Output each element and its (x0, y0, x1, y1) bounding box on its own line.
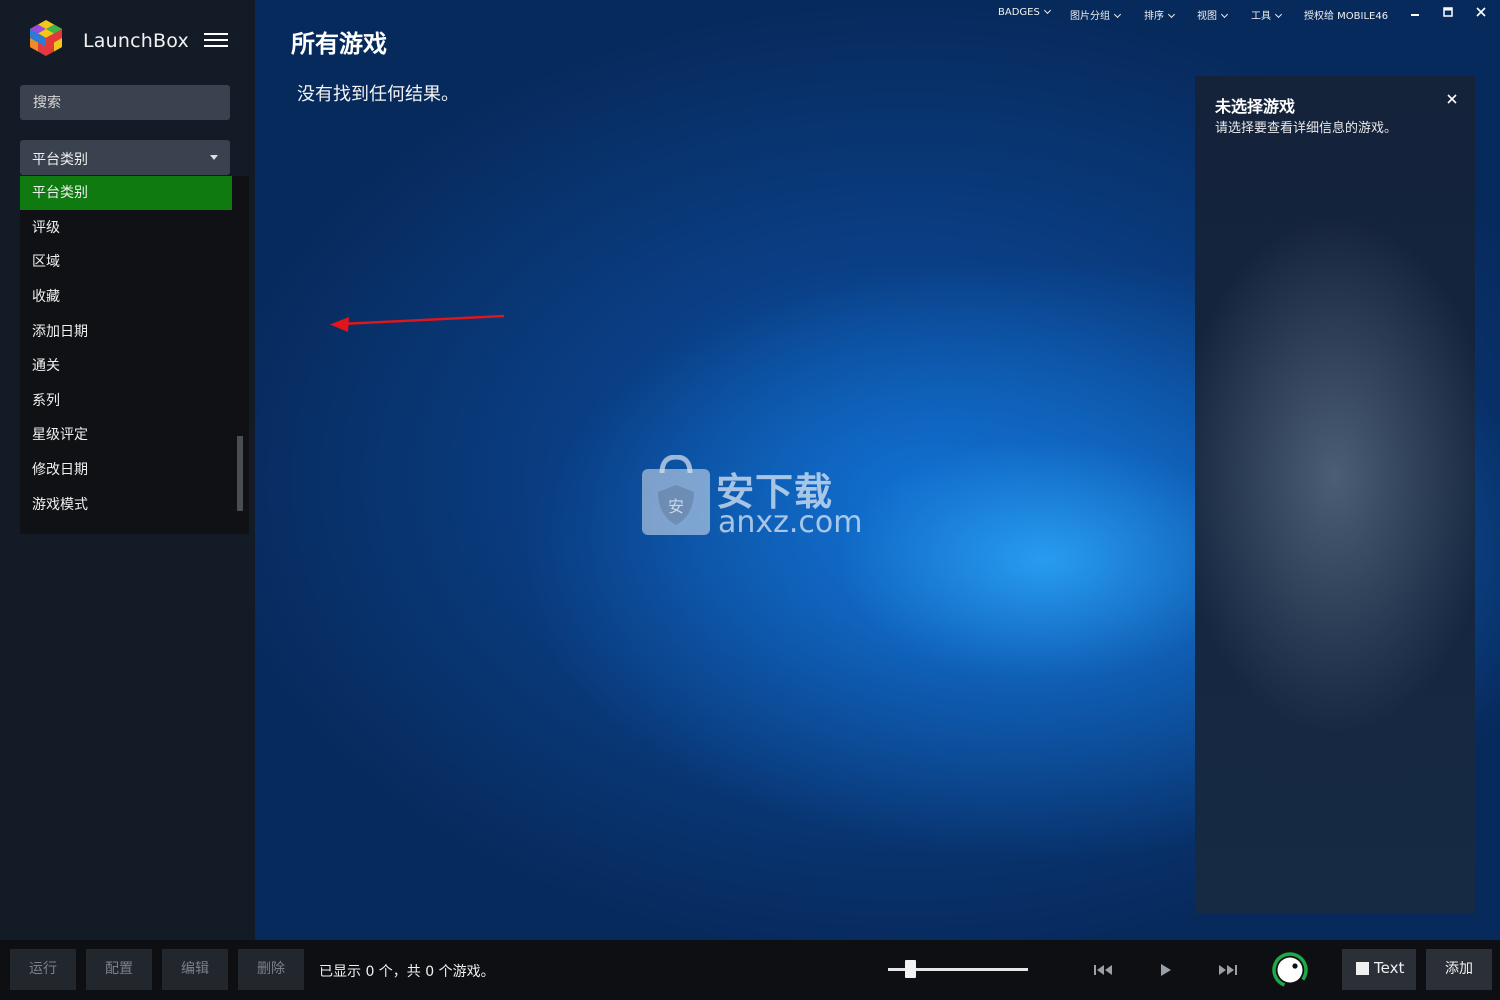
dropdown-item-star-rating[interactable]: 星级评定 (20, 418, 232, 452)
menu-view[interactable]: 视图 (1197, 7, 1229, 22)
dropdown-item-date-modified[interactable]: 修改日期 (20, 453, 232, 487)
game-detail-panel: 未选择游戏 请选择要查看详细信息的游戏。 (1195, 76, 1475, 914)
status-text: 已显示 0 个，共 0 个游戏。 (319, 964, 495, 980)
text-toggle-label: Text (1374, 959, 1405, 977)
menu-image-group-label: 图片分组 (1070, 11, 1110, 22)
page-title: 所有游戏 (291, 30, 387, 58)
category-select-value: 平台类别 (32, 152, 88, 168)
chevron-down-icon (1274, 10, 1283, 19)
empty-message: 没有找到任何结果。 (297, 84, 459, 105)
license-label: 授权给 MOBILE46 (1304, 11, 1389, 22)
menu-tools-label: 工具 (1251, 11, 1271, 22)
shopping-bag-icon: 安 (642, 454, 710, 535)
menu-badges-label: BADGES (998, 7, 1040, 18)
menu-image-group[interactable]: 图片分组 (1070, 7, 1122, 22)
category-dropdown-list: 平台类别 评级 区域 收藏 添加日期 通关 系列 星级评定 修改日期 游戏模式 (20, 176, 249, 534)
zoom-slider-thumb[interactable] (904, 960, 916, 978)
dropdown-item-platform-category[interactable]: 平台类别 (20, 176, 232, 210)
dropdown-item-rating[interactable]: 评级 (20, 211, 232, 245)
dropdown-item-series[interactable]: 系列 (20, 384, 232, 418)
menu-badges[interactable]: BADGES (998, 6, 1051, 18)
dropdown-item-region[interactable]: 区域 (20, 245, 232, 279)
configure-button[interactable]: 配置 (86, 949, 152, 990)
watermark: 安 安下载 anxz.com (640, 454, 863, 545)
detail-subtitle: 请选择要查看详细信息的游戏。 (1215, 121, 1398, 136)
checkbox-icon (1356, 962, 1369, 975)
play-icon[interactable] (1159, 962, 1173, 981)
launchbox-logo (26, 18, 66, 58)
minimize-icon[interactable] (1407, 4, 1423, 20)
svg-text:安: 安 (668, 497, 684, 516)
add-button[interactable]: 添加 (1426, 949, 1492, 990)
dropdown-item-completed[interactable]: 通关 (20, 349, 232, 383)
delete-button[interactable]: 删除 (238, 949, 304, 990)
detail-title: 未选择游戏 (1215, 97, 1296, 116)
close-icon[interactable] (1446, 90, 1458, 104)
skip-previous-icon[interactable] (1093, 962, 1115, 981)
close-window-icon[interactable] (1473, 4, 1489, 20)
hamburger-menu-icon[interactable] (204, 33, 228, 51)
chevron-down-icon (1220, 10, 1229, 19)
text-toggle-button[interactable]: Text (1342, 949, 1416, 990)
app-title: LaunchBox (83, 30, 189, 52)
watermark-url: anxz.com (718, 505, 863, 540)
chevron-down-icon (1043, 6, 1051, 15)
annotation-arrow (330, 314, 505, 332)
run-button[interactable]: 运行 (10, 949, 76, 990)
dropdown-item-favorites[interactable]: 收藏 (20, 280, 232, 314)
chevron-down-icon (1167, 10, 1176, 19)
menu-tools[interactable]: 工具 (1251, 7, 1283, 22)
dropdown-item-date-added[interactable]: 添加日期 (20, 315, 232, 349)
chevron-down-icon (1113, 10, 1122, 19)
edit-button[interactable]: 编辑 (162, 949, 228, 990)
volume-knob-icon[interactable] (1270, 950, 1310, 990)
menu-view-label: 视图 (1197, 11, 1217, 22)
search-input[interactable] (20, 85, 230, 120)
sidebar: LaunchBox 平台类别 平台类别 评级 区域 收藏 添加日期 通关 系列 … (0, 0, 255, 940)
category-select[interactable]: 平台类别 (20, 140, 230, 175)
maximize-icon[interactable] (1440, 4, 1456, 20)
skip-next-icon[interactable] (1216, 962, 1238, 981)
dropdown-scrollbar[interactable] (237, 436, 243, 511)
dropdown-item-play-mode[interactable]: 游戏模式 (20, 488, 232, 522)
bottom-bar: 运行 配置 编辑 删除 已显示 0 个，共 0 个游戏。 Text 添加 (0, 940, 1500, 1000)
menu-sort[interactable]: 排序 (1144, 7, 1176, 22)
menu-sort-label: 排序 (1144, 11, 1164, 22)
chevron-down-icon (210, 155, 218, 160)
